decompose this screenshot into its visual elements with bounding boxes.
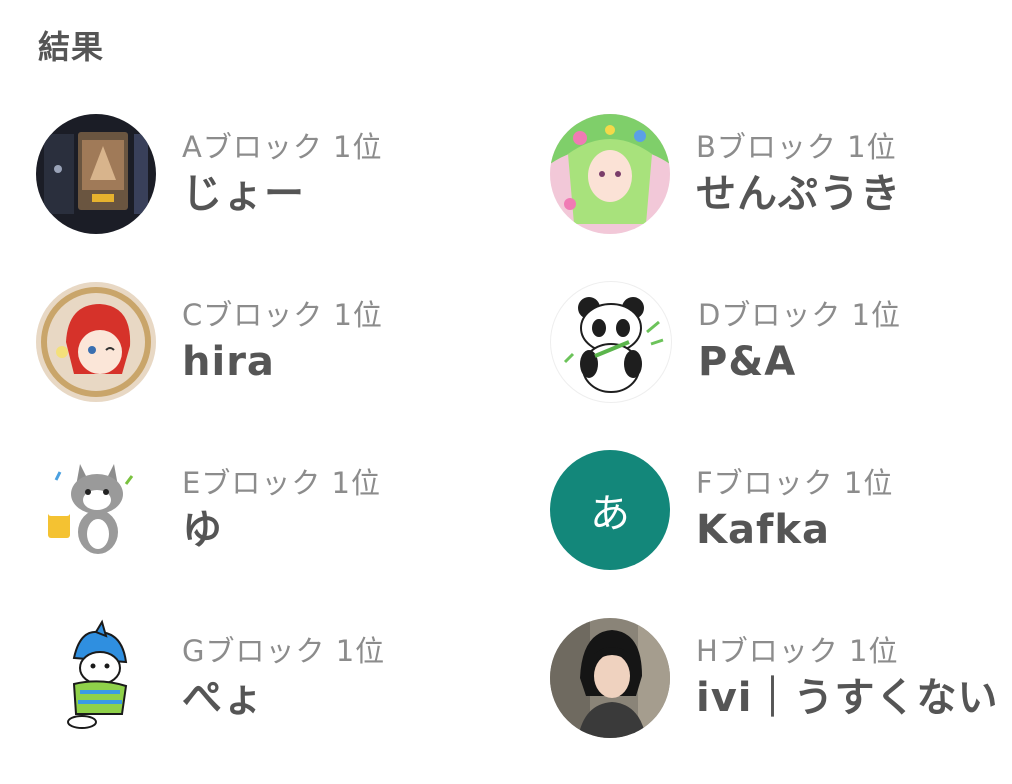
results-page: 結果 Aブロック 1位 じょー Bブロック 1位 せんぷうき Cブロック 1位 …	[0, 0, 1012, 783]
player-name: ゆ	[182, 507, 223, 553]
result-entry-c[interactable]: Cブロック 1位 hira	[36, 280, 550, 404]
player-name: ivi｜うすくない	[696, 675, 999, 721]
shark-hood-character-avatar-icon[interactable]	[36, 618, 156, 738]
panda-avatar-icon[interactable]	[550, 281, 672, 403]
player-name: hira	[182, 339, 275, 385]
result-entry-g[interactable]: Gブロック 1位 ぺょ	[36, 616, 550, 740]
player-name: Kafka	[696, 507, 830, 553]
block-rank-label: Fブロック 1位	[696, 466, 894, 500]
player-name: P&A	[698, 339, 797, 385]
result-entry-a[interactable]: Aブロック 1位 じょー	[36, 112, 550, 236]
result-entry-e[interactable]: Eブロック 1位 ゆ	[36, 448, 550, 572]
letter-avatar[interactable]: あ	[550, 450, 670, 570]
block-rank-label: Cブロック 1位	[182, 298, 383, 332]
result-entry-d[interactable]: Dブロック 1位 P&A	[550, 280, 1006, 404]
block-rank-label: Bブロック 1位	[696, 130, 897, 164]
result-entry-f[interactable]: あ Fブロック 1位 Kafka	[550, 448, 1006, 572]
player-name: ぺょ	[182, 675, 264, 721]
player-name: じょー	[182, 171, 305, 217]
block-rank-label: Aブロック 1位	[182, 130, 383, 164]
card-game-avatar-icon[interactable]	[36, 114, 156, 234]
avatar-initial: あ	[590, 491, 630, 537]
cat-with-beer-avatar-icon[interactable]	[36, 450, 156, 570]
block-rank-label: Gブロック 1位	[182, 634, 386, 668]
result-entry-h[interactable]: Hブロック 1位 ivi｜うすくない	[550, 616, 1006, 740]
block-rank-label: Eブロック 1位	[182, 466, 381, 500]
result-entry-b[interactable]: Bブロック 1位 せんぷうき	[550, 112, 1006, 236]
block-rank-label: Hブロック 1位	[696, 634, 899, 668]
results-grid: Aブロック 1位 じょー Bブロック 1位 せんぷうき Cブロック 1位 hir…	[36, 112, 1006, 784]
anime-girl-avatar-icon[interactable]	[550, 114, 670, 234]
red-hair-character-avatar-icon[interactable]	[36, 282, 156, 402]
page-title: 結果	[38, 28, 105, 66]
player-name: せんぷうき	[696, 171, 901, 217]
person-photo-avatar-icon[interactable]	[550, 618, 670, 738]
block-rank-label: Dブロック 1位	[698, 298, 901, 332]
